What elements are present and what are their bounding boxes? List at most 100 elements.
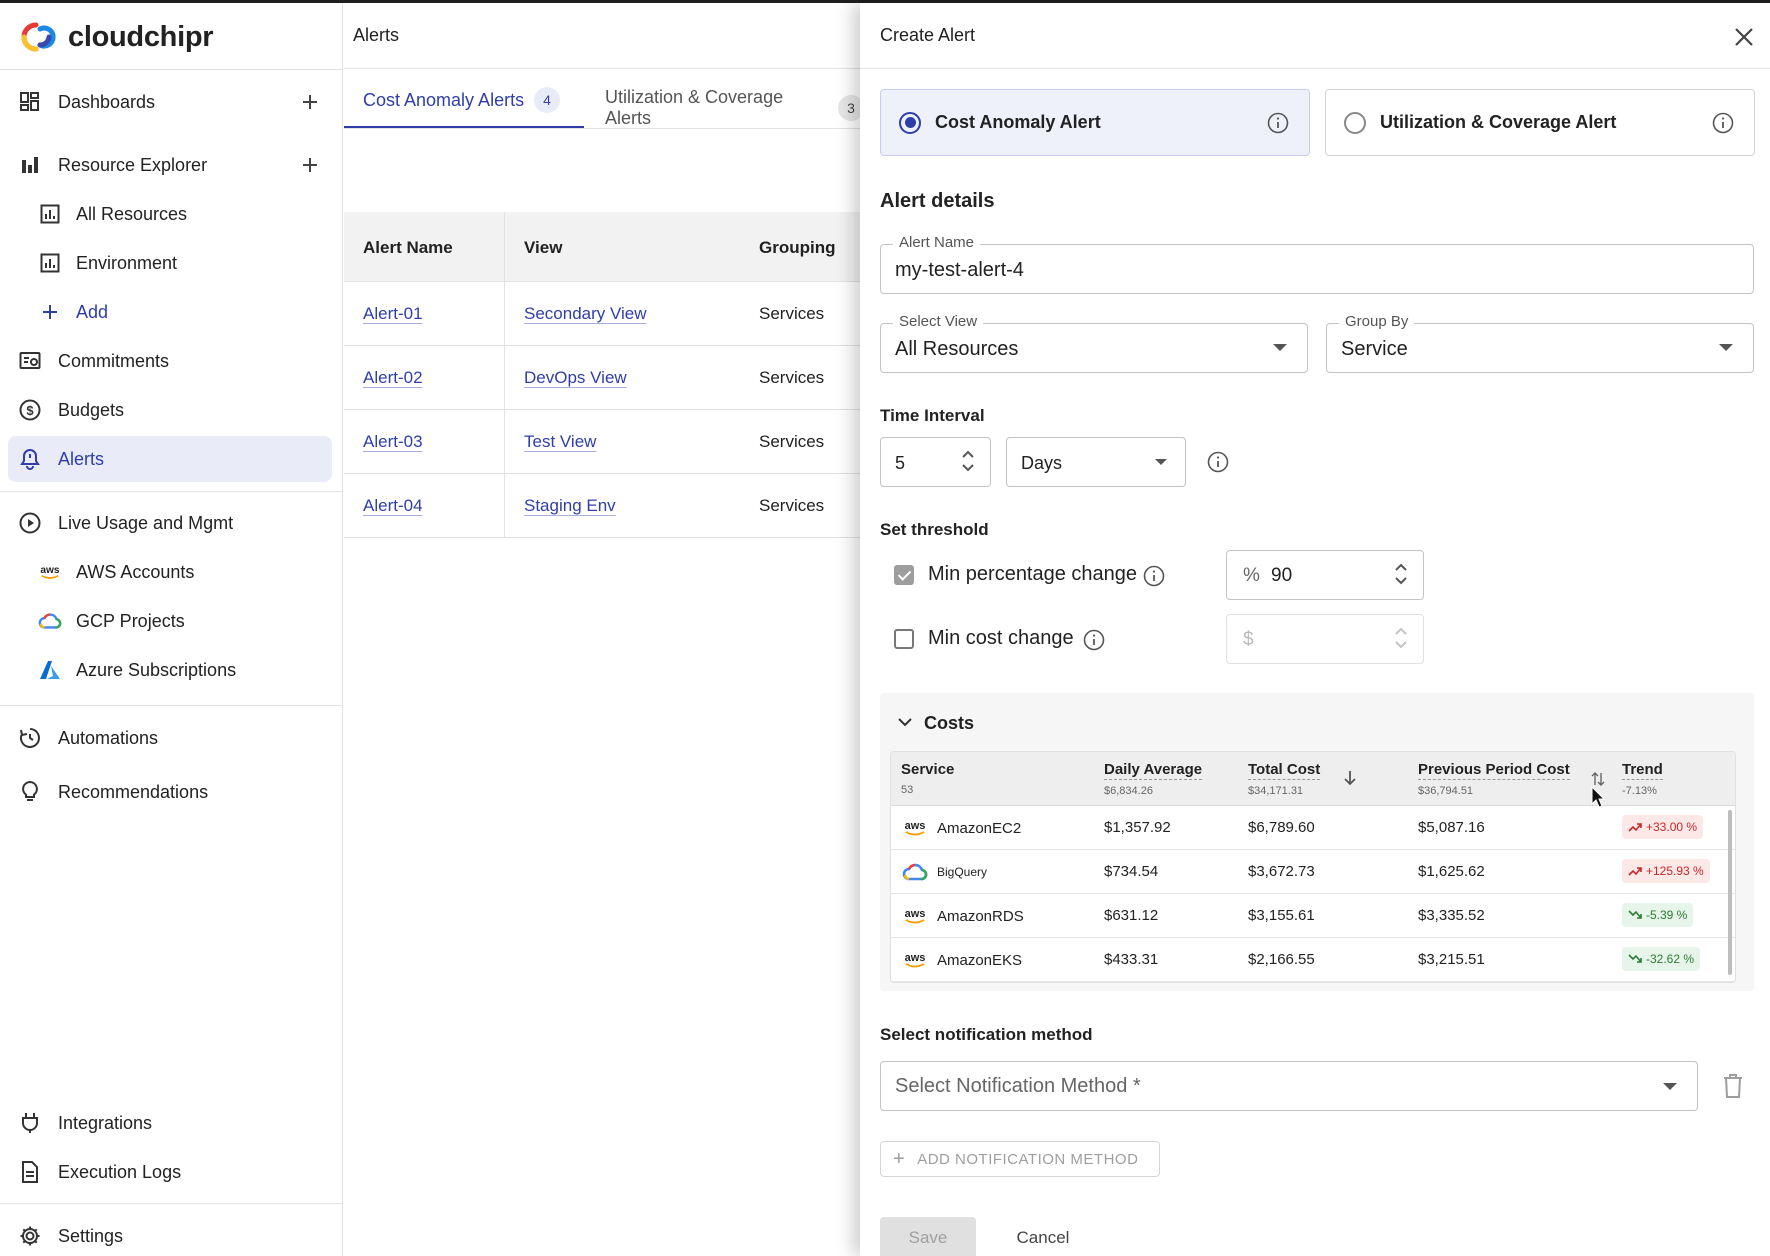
sidebar-item-add-view[interactable]: Add xyxy=(28,289,332,335)
min-percentage-checkbox[interactable] xyxy=(894,565,914,585)
group-by-dropdown[interactable]: Group By Service xyxy=(1326,313,1754,373)
field-label: Alert Name xyxy=(893,234,981,251)
sidebar-item-commitments[interactable]: Commitments xyxy=(8,338,332,384)
sidebar-item-label: Commitments xyxy=(58,350,170,371)
add-view-plus-icon[interactable] xyxy=(298,153,322,177)
alert-name-field[interactable]: Alert Name my-test-alert-4 xyxy=(880,234,1754,294)
column-header-daily-average[interactable]: Daily Average $6,834.26 xyxy=(1104,761,1203,797)
tab-cost-anomaly-alerts[interactable]: Cost Anomaly Alerts 4 xyxy=(363,87,561,113)
view-link[interactable]: DevOps View xyxy=(524,368,627,388)
column-header-previous-period-cost[interactable]: Previous Period Cost $36,794.51 xyxy=(1418,761,1570,797)
alert-name-link[interactable]: Alert-04 xyxy=(363,496,423,516)
sidebar-item-dashboards[interactable]: Dashboards xyxy=(8,79,332,125)
tabs-divider xyxy=(344,128,864,129)
save-button[interactable]: Save xyxy=(880,1217,976,1256)
sort-descending-icon[interactable] xyxy=(1343,770,1357,786)
sidebar-item-resource-explorer[interactable]: Resource Explorer xyxy=(8,142,332,188)
close-icon[interactable] xyxy=(1730,23,1758,51)
alert-name-link[interactable]: Alert-03 xyxy=(363,432,423,452)
field-label: Select View xyxy=(893,313,984,330)
min-percentage-input[interactable]: % 90 xyxy=(1226,550,1424,600)
stepper-arrows-icon[interactable] xyxy=(960,448,976,474)
notification-method-dropdown[interactable]: Select Notification Method * xyxy=(880,1061,1698,1111)
column-header-grouping[interactable]: Grouping xyxy=(759,238,835,258)
trend-value: -32.62 % xyxy=(1646,952,1695,966)
costs-heading[interactable]: Costs xyxy=(924,713,974,734)
cloudchipr-logo[interactable]: cloudchipr xyxy=(16,19,214,55)
sidebar-item-environment[interactable]: Environment xyxy=(28,240,332,286)
info-icon[interactable] xyxy=(1083,629,1105,656)
table-row[interactable]: aws AmazonRDS $631.12 $3,155.61 $3,335.5… xyxy=(891,894,1735,938)
min-cost-input[interactable]: $ xyxy=(1226,614,1424,664)
sidebar-item-settings[interactable]: Settings xyxy=(8,1213,332,1256)
info-icon[interactable] xyxy=(1143,565,1165,592)
table-row[interactable]: aws AmazonEC2 $1,357.92 $6,789.60 $5,087… xyxy=(891,806,1735,850)
sidebar-item-live-usage[interactable]: Live Usage and Mgmt xyxy=(8,500,332,546)
stepper-arrows-icon[interactable] xyxy=(1393,561,1409,587)
sidebar-item-integrations[interactable]: Integrations xyxy=(8,1100,332,1146)
alert-name-input[interactable]: my-test-alert-4 xyxy=(895,259,1024,282)
utilization-coverage-alert-option[interactable]: Utilization & Coverage Alert xyxy=(1325,89,1755,156)
sidebar-divider xyxy=(0,491,343,492)
dashboard-icon xyxy=(18,90,42,114)
aws-icon: aws xyxy=(38,560,62,584)
min-percentage-value: 90 xyxy=(1271,565,1293,586)
table-row: Alert-01 Secondary View Services xyxy=(344,282,864,346)
info-icon[interactable] xyxy=(1267,112,1289,139)
sidebar-item-all-resources[interactable]: All Resources xyxy=(28,191,332,237)
report-icon xyxy=(38,202,62,226)
gcp-icon xyxy=(901,861,929,883)
table-row: Alert-02 DevOps View Services xyxy=(344,346,864,410)
column-header-trend[interactable]: Trend -7.13% xyxy=(1622,761,1663,797)
trash-icon[interactable] xyxy=(1722,1073,1744,1099)
sidebar-item-gcp-projects[interactable]: GCP Projects xyxy=(28,598,332,644)
select-view-dropdown[interactable]: Select View All Resources xyxy=(880,313,1308,373)
column-name: Daily Average xyxy=(1104,761,1203,780)
alert-name-link[interactable]: Alert-02 xyxy=(363,368,423,388)
alert-name-link[interactable]: Alert-01 xyxy=(363,304,423,324)
column-header-total-cost[interactable]: Total Cost $34,171.31 xyxy=(1248,761,1321,797)
selected-view-value: All Resources xyxy=(895,338,1019,360)
table-row[interactable]: BigQuery $734.54 $3,672.73 $1,625.62 +12… xyxy=(891,850,1735,894)
add-notification-method-button[interactable]: + ADD NOTIFICATION METHOD xyxy=(880,1141,1160,1177)
azure-icon xyxy=(38,658,62,682)
tab-utilization-coverage-alerts[interactable]: Utilization & Coverage Alerts 3 xyxy=(605,87,864,129)
view-link[interactable]: Test View xyxy=(524,432,596,452)
sidebar-item-label: Integrations xyxy=(58,1112,153,1133)
sidebar-item-budgets[interactable]: $ Budgets xyxy=(8,387,332,433)
cancel-button[interactable]: Cancel xyxy=(1005,1217,1081,1256)
column-header-service[interactable]: Service 53 xyxy=(901,761,954,796)
chevron-down-icon[interactable] xyxy=(896,713,914,731)
sidebar-item-recommendations[interactable]: Recommendations xyxy=(8,769,332,815)
daily-average-value: $433.31 xyxy=(1104,951,1159,968)
radio-unselected[interactable] xyxy=(1344,111,1366,134)
column-header-view[interactable]: View xyxy=(524,238,562,258)
add-dashboard-plus-icon[interactable] xyxy=(298,90,322,114)
sidebar-item-azure-subscriptions[interactable]: Azure Subscriptions xyxy=(28,647,332,693)
automation-icon xyxy=(18,726,42,750)
info-icon[interactable] xyxy=(1207,451,1229,478)
sidebar-item-execution-logs[interactable]: Execution Logs xyxy=(8,1149,332,1195)
stepper-arrows-icon xyxy=(1395,627,1407,649)
dropdown-arrow-icon xyxy=(1155,459,1167,465)
table-scrollbar[interactable] xyxy=(1728,810,1732,975)
table-row[interactable]: aws AmazonEKS $433.31 $2,166.55 $3,215.5… xyxy=(891,938,1735,982)
sidebar-item-aws-accounts[interactable]: aws AWS Accounts xyxy=(28,549,332,595)
time-unit-dropdown[interactable]: Days xyxy=(1006,437,1186,487)
trend-value: -5.39 % xyxy=(1646,908,1688,922)
radio-selected[interactable] xyxy=(899,111,921,134)
sidebar-item-alerts[interactable]: Alerts xyxy=(8,436,332,482)
min-cost-checkbox[interactable] xyxy=(894,629,914,649)
info-icon[interactable] xyxy=(1712,112,1734,139)
trend-badge: +125.93 % xyxy=(1622,859,1710,883)
view-link[interactable]: Staging Env xyxy=(524,496,616,516)
view-link[interactable]: Secondary View xyxy=(524,304,647,324)
column-header-alert-name[interactable]: Alert Name xyxy=(363,238,453,258)
sort-toggle-icon[interactable] xyxy=(1591,771,1605,787)
time-interval-number-input[interactable]: 5 xyxy=(880,437,991,487)
cost-anomaly-alert-option[interactable]: Cost Anomaly Alert xyxy=(880,89,1310,156)
table-row: Alert-04 Staging Env Services xyxy=(344,474,864,538)
sidebar-item-automations[interactable]: Automations xyxy=(8,715,332,761)
page-title: Alerts xyxy=(353,25,400,45)
previous-period-cost-value: $1,625.62 xyxy=(1418,863,1485,880)
